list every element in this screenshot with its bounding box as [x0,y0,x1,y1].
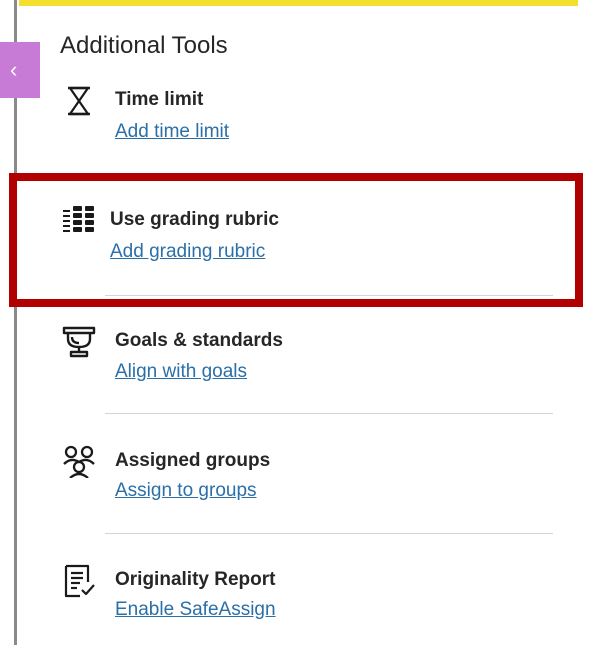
tool-title: Assigned groups [115,450,271,471]
enable-safeassign-link[interactable]: Enable SafeAssign [115,599,276,621]
trophy-icon [62,326,96,358]
section-title: Additional Tools [60,32,228,59]
tool-title: Time limit [115,89,204,110]
tool-title: Goals & standards [115,330,283,351]
hourglass-icon [68,86,90,116]
chevron-left-icon: ‹ [10,57,18,82]
align-with-goals-link[interactable]: Align with goals [115,361,247,383]
collapse-panel-button[interactable]: ‹ [0,42,40,98]
top-accent-bar [19,0,578,6]
divider [105,533,553,534]
highlight-box [9,173,583,307]
divider [105,413,553,414]
tool-title: Originality Report [115,569,276,590]
assign-to-groups-link[interactable]: Assign to groups [115,480,257,502]
additional-tools-panel: ‹ Additional Tools Time limit Add time l… [0,0,592,645]
report-icon [64,564,95,598]
group-icon [63,445,95,478]
add-time-limit-link[interactable]: Add time limit [115,121,229,143]
